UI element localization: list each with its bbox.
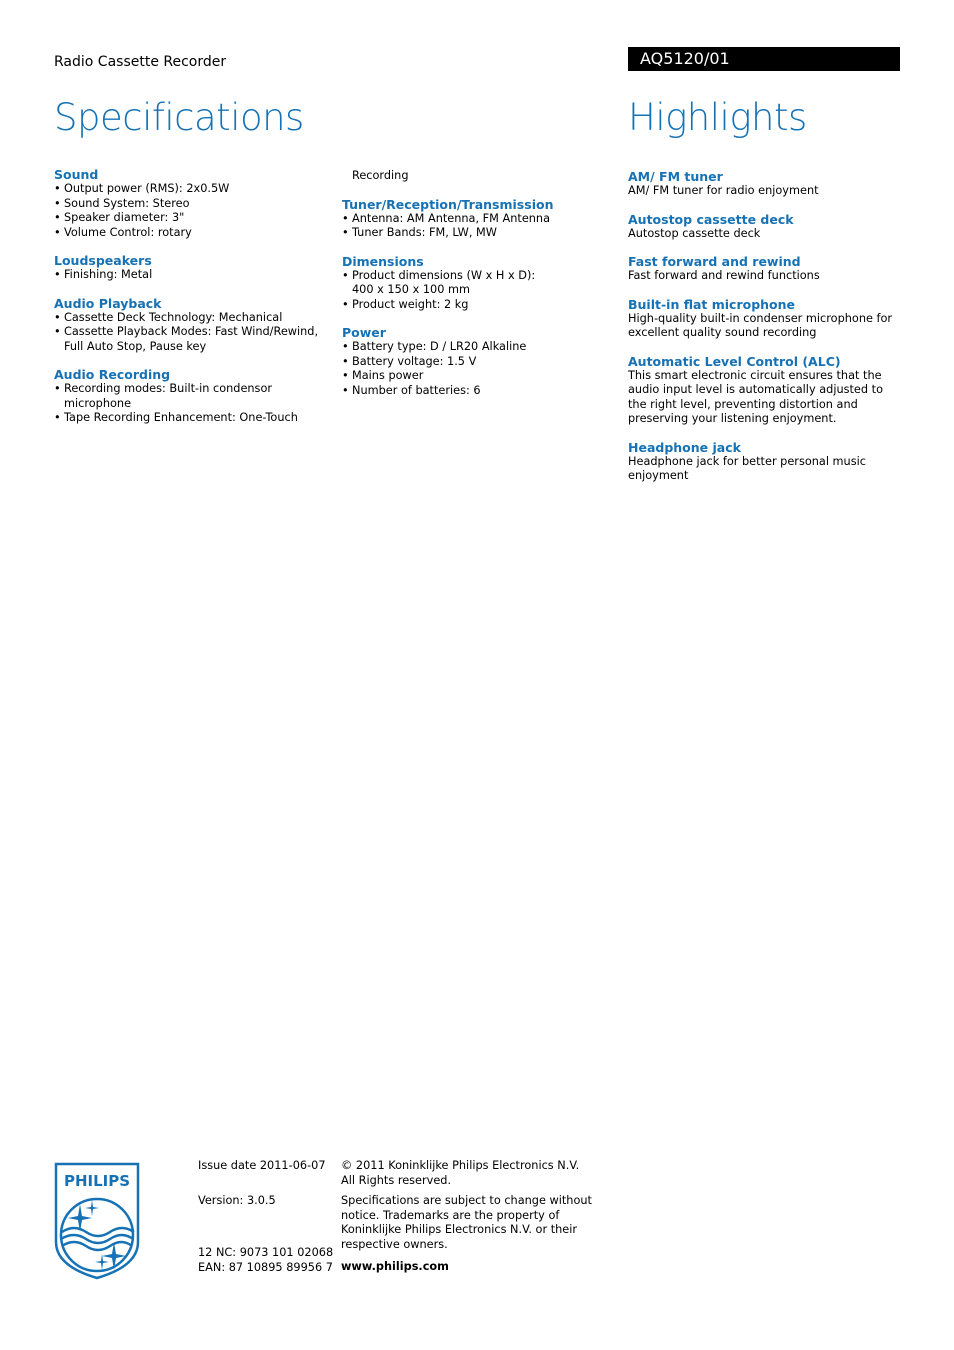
website-link[interactable]: www.philips.com <box>341 1260 449 1275</box>
spec-section-tuner: Tuner/Reception/Transmission Antenna: AM… <box>342 197 582 241</box>
spec-item: Finishing: Metal <box>54 268 329 283</box>
highlight-heading: Built-in flat microphone <box>628 296 796 312</box>
section-heading: Audio Recording <box>54 367 171 382</box>
spec-item: Tape Recording Enhancement: One-Touch <box>54 411 329 426</box>
issue-date: Issue date 2011-06-07 <box>198 1159 326 1172</box>
spec-item: Antenna: AM Antenna, FM Antenna <box>342 212 582 227</box>
spec-item: Tuner Bands: FM, LW, MW <box>342 226 582 241</box>
specifications-title: Specifications <box>54 96 304 139</box>
highlight-item: Autostop cassette deck Autostop cassette… <box>628 212 903 242</box>
spec-section-audio-recording: Audio Recording Recording modes: Built-i… <box>54 367 329 426</box>
specs-column-1: Sound Output power (RMS): 2x0.5W Sound S… <box>54 167 329 439</box>
model-number-badge: AQ5120/01 <box>628 47 900 71</box>
highlight-text: High-quality built-in condenser micropho… <box>628 311 893 340</box>
section-heading: Power <box>342 325 386 340</box>
section-heading: Loudspeakers <box>54 253 152 268</box>
highlight-item: Headphone jack Headphone jack for better… <box>628 440 903 484</box>
nc-code: 12 NC: 9073 101 02068 <box>198 1246 334 1259</box>
spec-section-loudspeakers: Loudspeakers Finishing: Metal <box>54 253 329 283</box>
spec-item: Volume Control: rotary <box>54 226 329 241</box>
spec-section-dimensions: Dimensions Product dimensions (W x H x D… <box>342 254 582 313</box>
rights: All Rights reserved. <box>341 1173 452 1187</box>
philips-shield-logo: PHILIPS <box>54 1162 140 1280</box>
section-heading: Tuner/Reception/Transmission <box>342 196 554 212</box>
highlight-text: This smart electronic circuit ensures th… <box>628 368 883 426</box>
highlight-text: Fast forward and rewind functions <box>628 269 820 282</box>
spec-item: Battery voltage: 1.5 V <box>342 355 582 370</box>
highlight-text: AM/ FM tuner for radio enjoyment <box>628 184 819 197</box>
version: Version: 3.0.5 <box>198 1194 276 1207</box>
spec-item: Cassette Deck Technology: Mechanical <box>54 311 329 326</box>
highlight-item: Automatic Level Control (ALC) This smart… <box>628 354 903 427</box>
highlights-column: AM/ FM tuner AM/ FM tuner for radio enjo… <box>628 169 903 497</box>
section-heading: Dimensions <box>342 253 424 269</box>
spec-item: Number of batteries: 6 <box>342 384 582 399</box>
copyright-block: © 2011 Koninklijke Philips Electronics N… <box>341 1159 611 1188</box>
highlight-heading: Headphone jack <box>628 439 741 455</box>
logo-wordmark: PHILIPS <box>64 1172 130 1190</box>
specs-column-2: Recording Tuner/Reception/Transmission A… <box>342 169 582 411</box>
spec-item: Cassette Playback Modes: Fast Wind/Rewin… <box>54 325 329 354</box>
highlight-item: Built-in flat microphone High-quality bu… <box>628 297 903 341</box>
ean-code: EAN: 87 10895 89956 7 <box>198 1260 333 1274</box>
highlight-text: Headphone jack for better personal music… <box>628 454 866 483</box>
document-type: Radio Cassette Recorder <box>54 54 227 70</box>
spec-item: Battery type: D / LR20 Alkaline <box>342 340 582 355</box>
section-heading: Sound <box>54 167 99 182</box>
spec-section-sound: Sound Output power (RMS): 2x0.5W Sound S… <box>54 167 329 240</box>
spec-item: Product weight: 2 kg <box>342 298 582 313</box>
highlight-heading: Fast forward and rewind <box>628 254 801 269</box>
spec-item: Recording modes: Built-in condensor micr… <box>54 382 329 411</box>
spec-item: Sound System: Stereo <box>54 197 329 212</box>
spec-section-audio-playback: Audio Playback Cassette Deck Technology:… <box>54 296 329 355</box>
product-codes: 12 NC: 9073 101 02068 EAN: 87 10895 8995… <box>198 1246 333 1275</box>
highlight-item: Fast forward and rewind Fast forward and… <box>628 254 903 284</box>
highlight-heading: Automatic Level Control (ALC) <box>628 353 841 369</box>
highlight-text: Autostop cassette deck <box>628 226 761 240</box>
copyright: © 2011 Koninklijke Philips Electronics N… <box>341 1159 580 1172</box>
section-heading: Audio Playback <box>54 295 162 311</box>
spec-item: Product dimensions (W x H x D): 400 x 15… <box>342 269 547 298</box>
highlights-title: Highlights <box>628 96 807 139</box>
spec-item: Output power (RMS): 2x0.5W <box>54 182 329 197</box>
spec-item: Speaker diameter: 3" <box>54 211 329 226</box>
highlight-heading: AM/ FM tuner <box>628 169 723 184</box>
highlight-heading: Autostop cassette deck <box>628 211 794 227</box>
highlight-item: AM/ FM tuner AM/ FM tuner for radio enjo… <box>628 169 903 199</box>
spec-item: Mains power <box>342 369 582 384</box>
disclaimer: Specifications are subject to change wit… <box>341 1194 592 1251</box>
spec-item-continuation: Recording <box>352 169 409 182</box>
spec-section-power: Power Battery type: D / LR20 Alkaline Ba… <box>342 325 582 398</box>
